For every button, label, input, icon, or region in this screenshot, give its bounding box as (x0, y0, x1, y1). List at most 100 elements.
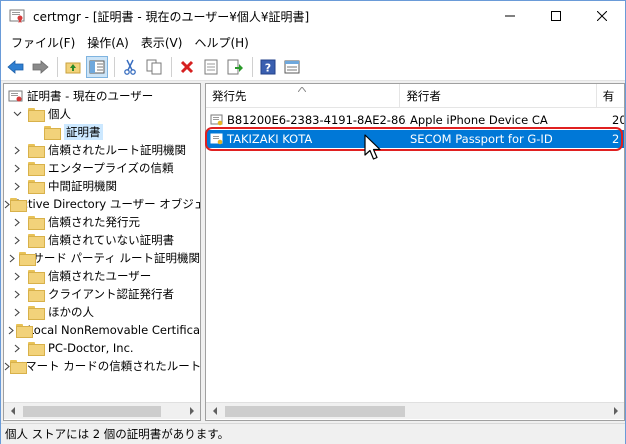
up-folder-icon (65, 62, 81, 73)
tree-item[interactable]: Local NonRemovable Certifica (4, 321, 200, 339)
list-horizontal-scrollbar[interactable] (206, 402, 624, 419)
certificate-list[interactable]: 発行先 発行者 有 B81200E6-2383-4191-8AE2-86A...… (205, 83, 625, 421)
cell-issued-to: B81200E6-2383-4191-8AE2-86A... (206, 113, 406, 127)
tree-pane[interactable]: 証明書 - 現在のユーザー 個人 証明書 信頼されたルート証明機関エンタープライ… (3, 83, 201, 421)
tree-item[interactable]: エンタープライズの信頼 (4, 159, 200, 177)
toolbar: ? (1, 53, 625, 81)
tree-item[interactable]: 信頼されたユーザー (4, 267, 200, 285)
show-hide-tree-button[interactable] (86, 55, 108, 78)
cell-expiration: 20 (608, 113, 624, 127)
issued-to-text: TAKIZAKI KOTA (227, 132, 313, 146)
tree-item-label: 個人 (48, 107, 71, 121)
svg-text:?: ? (265, 61, 271, 74)
tree-horizontal-scrollbar[interactable] (4, 402, 200, 419)
chevron-right-icon[interactable] (12, 181, 22, 191)
tree-item[interactable]: 信頼されたルート証明機関 (4, 141, 200, 159)
certificate-icon (210, 132, 224, 146)
properties-icon (204, 59, 218, 74)
tree-item-label: 信頼されていない証明書 (48, 233, 175, 247)
column-label: 発行者 (406, 89, 441, 103)
column-expiration[interactable]: 有 (597, 84, 624, 108)
delete-button[interactable] (176, 56, 198, 78)
export-list-button[interactable] (224, 56, 246, 78)
tree-item[interactable]: スマート カードの信頼されたルート (4, 357, 200, 375)
minimize-button[interactable] (487, 1, 533, 31)
column-label: 発行先 (212, 89, 247, 103)
tree-item-personal-certificates[interactable]: 証明書 (4, 123, 200, 141)
title-bar[interactable]: certmgr - [証明書 - 現在のユーザー¥個人¥証明書] (1, 1, 625, 31)
menu-action[interactable]: 操作(A) (81, 34, 135, 51)
status-bar: 個人 ストアには 2 個の証明書があります。 (1, 423, 625, 444)
tree-item-personal[interactable]: 個人 (4, 105, 200, 123)
tree-root[interactable]: 証明書 - 現在のユーザー (4, 87, 200, 105)
forward-button[interactable] (29, 56, 51, 78)
list-view-button[interactable] (281, 56, 303, 78)
window-title: certmgr - [証明書 - 現在のユーザー¥個人¥証明書] (33, 9, 310, 24)
folder-icon (28, 215, 45, 230)
folder-icon (16, 323, 34, 338)
app-window: certmgr - [証明書 - 現在のユーザー¥個人¥証明書] ファイル(F)… (0, 0, 626, 444)
chevron-down-icon[interactable] (12, 109, 22, 119)
tree-item[interactable]: Active Directory ユーザー オブジェ (4, 195, 200, 213)
up-folder-button[interactable] (62, 56, 84, 78)
chevron-right-icon[interactable] (9, 253, 15, 263)
sort-ascending-icon (297, 85, 307, 94)
tree-item[interactable]: 中間証明機関 (4, 177, 200, 195)
column-label: 有 (602, 89, 615, 103)
tree-item[interactable]: 信頼されていない証明書 (4, 231, 200, 249)
minimize-icon (505, 15, 515, 17)
close-button[interactable] (579, 1, 625, 31)
menu-help[interactable]: ヘルプ(H) (188, 34, 254, 51)
tree-item-label: サード パーティ ルート証明機関 (32, 251, 200, 265)
folder-icon (28, 233, 45, 248)
tree-item-label: エンタープライズの信頼 (48, 161, 174, 175)
toolbar-separator (171, 56, 172, 77)
back-button[interactable] (5, 56, 27, 78)
column-issued-by[interactable]: 発行者 (400, 84, 597, 108)
scroll-thumb[interactable] (23, 405, 161, 417)
tree-item[interactable]: ほかの人 (4, 303, 200, 321)
cut-button[interactable] (119, 56, 141, 78)
help-icon: ? (260, 59, 276, 74)
chevron-right-icon[interactable] (12, 289, 22, 299)
tree-item[interactable]: 信頼された発行元 (4, 213, 200, 231)
help-button[interactable]: ? (257, 56, 279, 78)
chevron-right-icon[interactable] (12, 343, 22, 353)
scroll-thumb[interactable] (225, 405, 405, 417)
column-issued-to[interactable]: 発行先 (206, 84, 401, 108)
tree-item[interactable]: クライアント認証発行者 (4, 285, 200, 303)
menu-view[interactable]: 表示(V) (135, 34, 189, 51)
chevron-right-icon[interactable] (12, 307, 22, 317)
tree-item-label: Active Directory ユーザー オブジェ (14, 197, 201, 211)
chevron-right-icon[interactable] (12, 145, 22, 155)
toolbar-separator (114, 56, 115, 77)
chevron-right-icon[interactable] (12, 235, 22, 245)
chevron-right-icon[interactable] (8, 325, 14, 335)
maximize-button[interactable] (533, 1, 579, 31)
chevron-right-icon[interactable] (12, 163, 22, 173)
tree-item-label: クライアント認証発行者 (48, 287, 175, 301)
tree-root-label: 証明書 - 現在のユーザー (27, 89, 154, 103)
expiration-text: 2 (612, 132, 620, 146)
properties-button[interactable] (200, 56, 222, 78)
copy-button[interactable] (143, 56, 165, 78)
scroll-right-icon[interactable] (183, 403, 200, 420)
cut-icon (124, 59, 136, 75)
tree-item[interactable]: PC-Doctor, Inc. (4, 339, 200, 357)
scroll-left-icon[interactable] (4, 403, 21, 420)
menu-bar: ファイル(F) 操作(A) 表示(V) ヘルプ(H) (1, 31, 625, 53)
folder-icon (28, 143, 45, 158)
issued-by-text: Apple iPhone Device CA (410, 113, 548, 127)
scroll-right-icon[interactable] (607, 403, 624, 420)
chevron-right-icon[interactable] (12, 217, 22, 227)
folder-icon (28, 269, 45, 284)
table-row[interactable]: B81200E6-2383-4191-8AE2-86A... Apple iPho… (206, 111, 624, 129)
scroll-left-icon[interactable] (206, 403, 223, 420)
toolbar-separator (252, 56, 253, 77)
tree-item[interactable]: サード パーティ ルート証明機関 (4, 249, 200, 267)
table-row[interactable]: TAKIZAKI KOTA SECOM Passport for G-ID 2 (206, 130, 624, 148)
list-view-icon (284, 60, 300, 73)
menu-file[interactable]: ファイル(F) (5, 34, 81, 51)
tree-item-label: ほかの人 (48, 305, 94, 319)
chevron-right-icon[interactable] (12, 271, 22, 281)
